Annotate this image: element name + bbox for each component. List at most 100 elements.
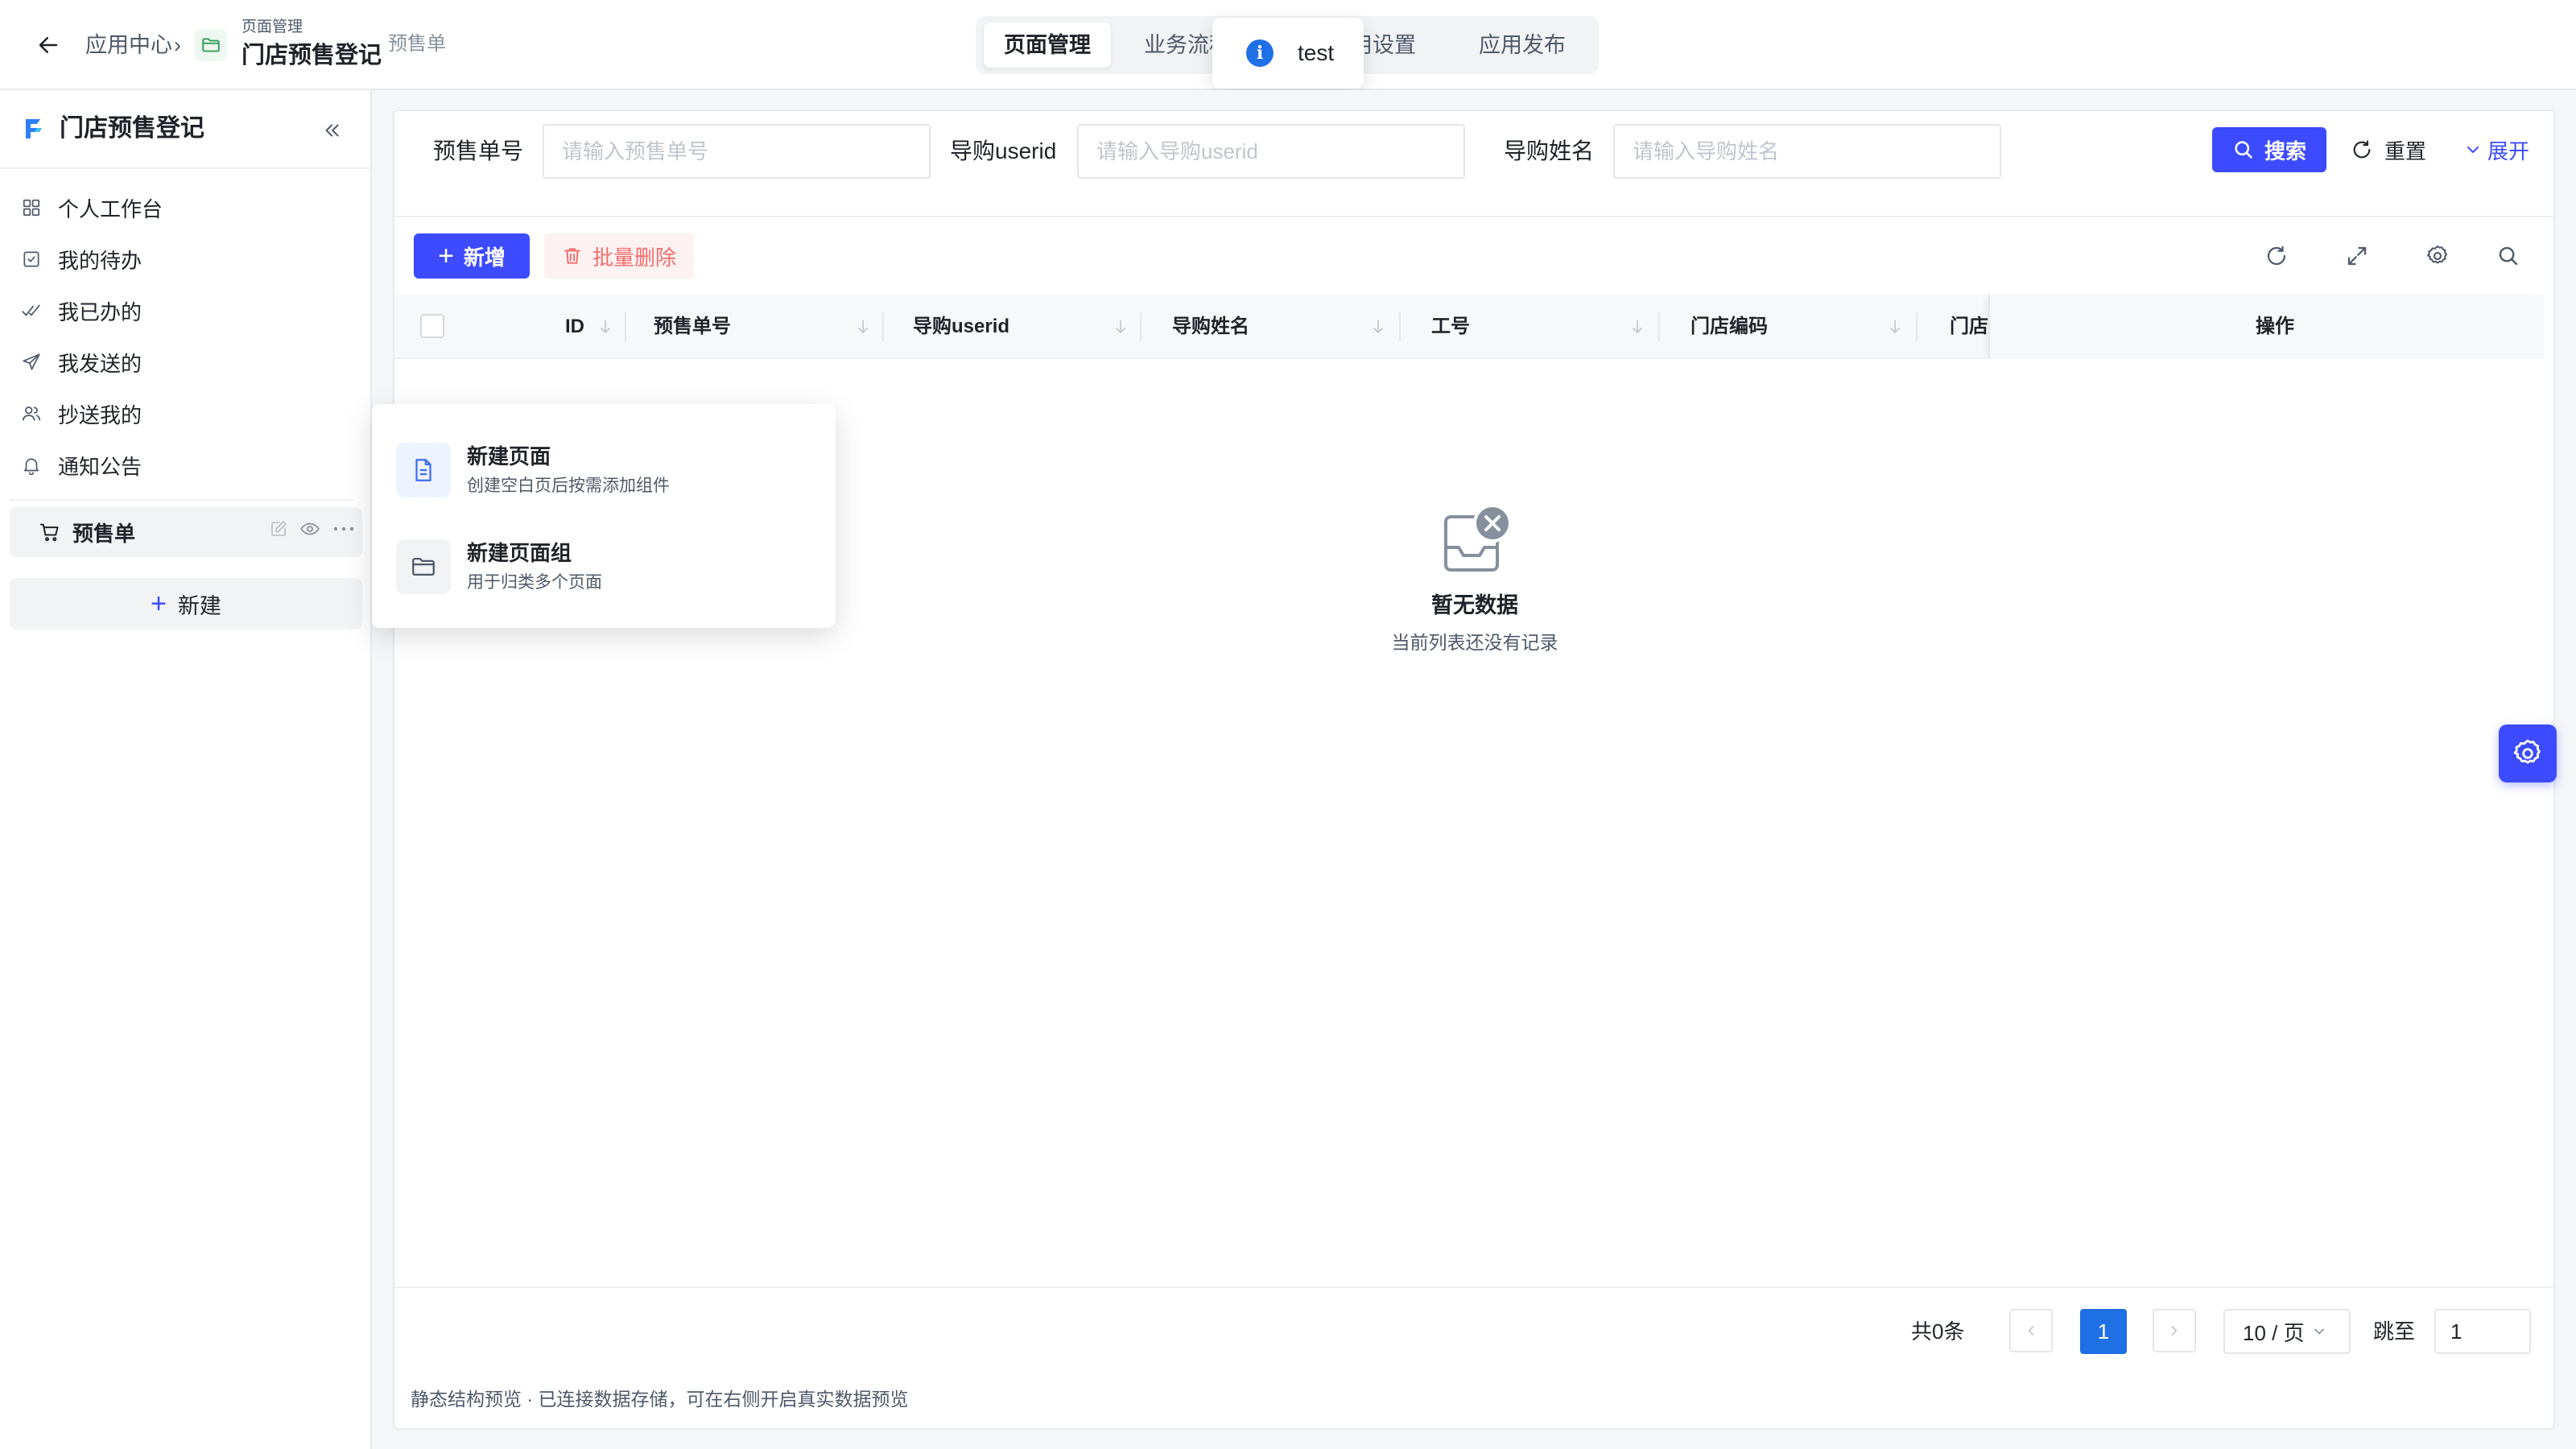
sidebar-item-sent[interactable]: 我发送的 bbox=[10, 340, 361, 385]
sidebar-item-notice[interactable]: 通知公告 bbox=[10, 443, 361, 488]
sort-icon[interactable] bbox=[1887, 317, 1903, 336]
batch-delete-label: 批量删除 bbox=[592, 245, 676, 270]
sidebar-app-title: 门店预售登记 bbox=[60, 115, 204, 142]
sidebar-item-todo[interactable]: 我的待办 bbox=[10, 237, 361, 282]
double-check-icon bbox=[19, 299, 43, 323]
name-input[interactable] bbox=[1613, 124, 2001, 179]
column-header-name[interactable]: 导购姓名 bbox=[1172, 295, 1249, 359]
grid-icon bbox=[19, 196, 43, 220]
column-header-actions: 操作 bbox=[2256, 316, 2294, 337]
table-search-icon[interactable] bbox=[2491, 238, 2526, 274]
breadcrumb-page-name: 预售单 bbox=[388, 33, 446, 55]
add-label: 新增 bbox=[463, 245, 506, 270]
menu-item-desc: 用于归类多个页面 bbox=[467, 573, 602, 592]
column-header-job-no[interactable]: 工号 bbox=[1431, 295, 1470, 359]
column-header-store-code[interactable]: 门店编码 bbox=[1690, 295, 1768, 359]
menu-item-new-page[interactable]: 新建页面 创建空白页后按需添加组件 bbox=[396, 428, 811, 512]
search-label: 搜索 bbox=[2264, 138, 2306, 163]
fullscreen-icon[interactable] bbox=[2339, 238, 2375, 274]
users-icon bbox=[19, 402, 43, 426]
sort-icon[interactable] bbox=[1370, 317, 1386, 336]
sidebar-page-presale[interactable]: 预售单 bbox=[10, 507, 362, 557]
app-logo-icon bbox=[19, 114, 48, 143]
column-divider bbox=[1916, 312, 1918, 341]
sidebar: 门店预售登记 个人工作台 我的待办 我已办的 我发送的 抄送我的 通知公告 预售… bbox=[0, 90, 372, 1449]
cart-icon bbox=[39, 521, 61, 543]
eye-icon[interactable] bbox=[299, 518, 320, 539]
column-header-id[interactable]: ID bbox=[565, 295, 584, 359]
edit-icon[interactable] bbox=[269, 519, 288, 539]
sort-icon[interactable] bbox=[597, 317, 613, 336]
column-divider bbox=[1140, 312, 1141, 341]
tab-page-management[interactable]: 页面管理 bbox=[984, 23, 1111, 68]
pagination-current-page[interactable]: 1 bbox=[2080, 1309, 2127, 1354]
order-no-input[interactable] bbox=[543, 124, 931, 179]
filter-label-name: 导购姓名 bbox=[1504, 138, 1595, 163]
sidebar-item-done[interactable]: 我已办的 bbox=[10, 288, 361, 333]
column-divider bbox=[882, 312, 884, 341]
folder-icon bbox=[396, 539, 451, 594]
breadcrumb-group-label: 页面管理 bbox=[242, 19, 303, 35]
reset-label: 重置 bbox=[2384, 138, 2427, 163]
sidebar-divider bbox=[0, 167, 370, 169]
menu-item-new-page-group[interactable]: 新建页面组 用于归类多个页面 bbox=[396, 525, 811, 609]
page-size-select[interactable]: 10 / 页 bbox=[2223, 1309, 2351, 1354]
sort-icon[interactable] bbox=[1113, 317, 1129, 336]
refresh-icon[interactable] bbox=[2259, 238, 2294, 274]
sidebar-item-label: 通知公告 bbox=[58, 454, 142, 479]
footer-note: 静态结构预览 · 已连接数据存储，可在右侧开启真实数据预览 bbox=[411, 1389, 909, 1410]
reset-button[interactable]: 重置 bbox=[2351, 127, 2426, 172]
more-icon[interactable] bbox=[332, 519, 356, 539]
sidebar-item-label: 我的待办 bbox=[58, 248, 142, 273]
page-size-value: 10 / 页 bbox=[2243, 1320, 2305, 1345]
divider bbox=[394, 216, 2553, 217]
sidebar-divider bbox=[10, 499, 354, 501]
userid-input[interactable] bbox=[1077, 124, 1465, 179]
action-column-header: 操作 bbox=[1988, 295, 2544, 359]
chevron-left-icon bbox=[2023, 1323, 2039, 1339]
expand-label: 展开 bbox=[2487, 138, 2530, 163]
tab-app-publish[interactable]: 应用发布 bbox=[1459, 23, 1586, 68]
breadcrumb-app-center[interactable]: 应用中心 bbox=[85, 31, 172, 60]
pagination-prev-button[interactable] bbox=[2009, 1309, 2053, 1352]
menu-item-title: 新建页面组 bbox=[467, 541, 572, 565]
app-title: 门店预售登记 bbox=[242, 43, 382, 68]
sidebar-item-workbench[interactable]: 个人工作台 bbox=[10, 185, 361, 230]
back-arrow-icon[interactable] bbox=[32, 31, 64, 60]
send-icon bbox=[19, 350, 43, 374]
expand-filter-button[interactable]: 展开 bbox=[2463, 127, 2529, 172]
menu-item-desc: 创建空白页后按需添加组件 bbox=[467, 477, 670, 495]
pagination-next-button[interactable] bbox=[2153, 1309, 2196, 1352]
pagination-jump-input[interactable] bbox=[2434, 1309, 2531, 1354]
sidebar-item-label: 个人工作台 bbox=[58, 196, 163, 221]
search-button[interactable]: 搜索 bbox=[2212, 127, 2326, 172]
reset-icon bbox=[2351, 138, 2373, 161]
settings-gear-icon[interactable] bbox=[2420, 238, 2455, 274]
folder-icon bbox=[195, 29, 227, 61]
chevron-down-icon bbox=[2463, 140, 2483, 159]
column-header-store[interactable]: 门店 bbox=[1950, 295, 1988, 359]
toast-message: i test bbox=[1212, 18, 1364, 89]
chevron-down-icon bbox=[2311, 1323, 2327, 1340]
collapse-sidebar-icon[interactable] bbox=[319, 118, 345, 143]
search-icon bbox=[2232, 138, 2255, 161]
plus-icon: + bbox=[438, 241, 454, 271]
empty-description: 当前列表还没有记录 bbox=[1391, 632, 1558, 653]
column-header-order-no[interactable]: 预售单号 bbox=[654, 295, 731, 359]
document-icon bbox=[396, 443, 451, 497]
filter-label-order-no: 预售单号 bbox=[433, 138, 524, 163]
pagination-jump-label: 跳至 bbox=[2373, 1319, 2416, 1344]
new-menu-dropdown: 新建页面 创建空白页后按需添加组件 新建页面组 用于归类多个页面 bbox=[372, 404, 836, 628]
add-button[interactable]: + 新增 bbox=[414, 233, 530, 279]
sort-icon[interactable] bbox=[1629, 317, 1645, 336]
sort-icon[interactable] bbox=[855, 317, 871, 336]
sidebar-item-cc[interactable]: 抄送我的 bbox=[10, 391, 361, 436]
select-all-checkbox[interactable] bbox=[420, 314, 444, 338]
breadcrumb-separator: › bbox=[174, 33, 181, 57]
floating-settings-button[interactable] bbox=[2499, 724, 2557, 782]
chevron-right-icon bbox=[2166, 1323, 2182, 1339]
column-header-userid[interactable]: 导购userid bbox=[913, 295, 1009, 359]
batch-delete-button[interactable]: 批量删除 bbox=[544, 233, 694, 279]
pagination-total: 共0条 bbox=[1911, 1319, 1965, 1344]
column-divider bbox=[1658, 312, 1660, 341]
